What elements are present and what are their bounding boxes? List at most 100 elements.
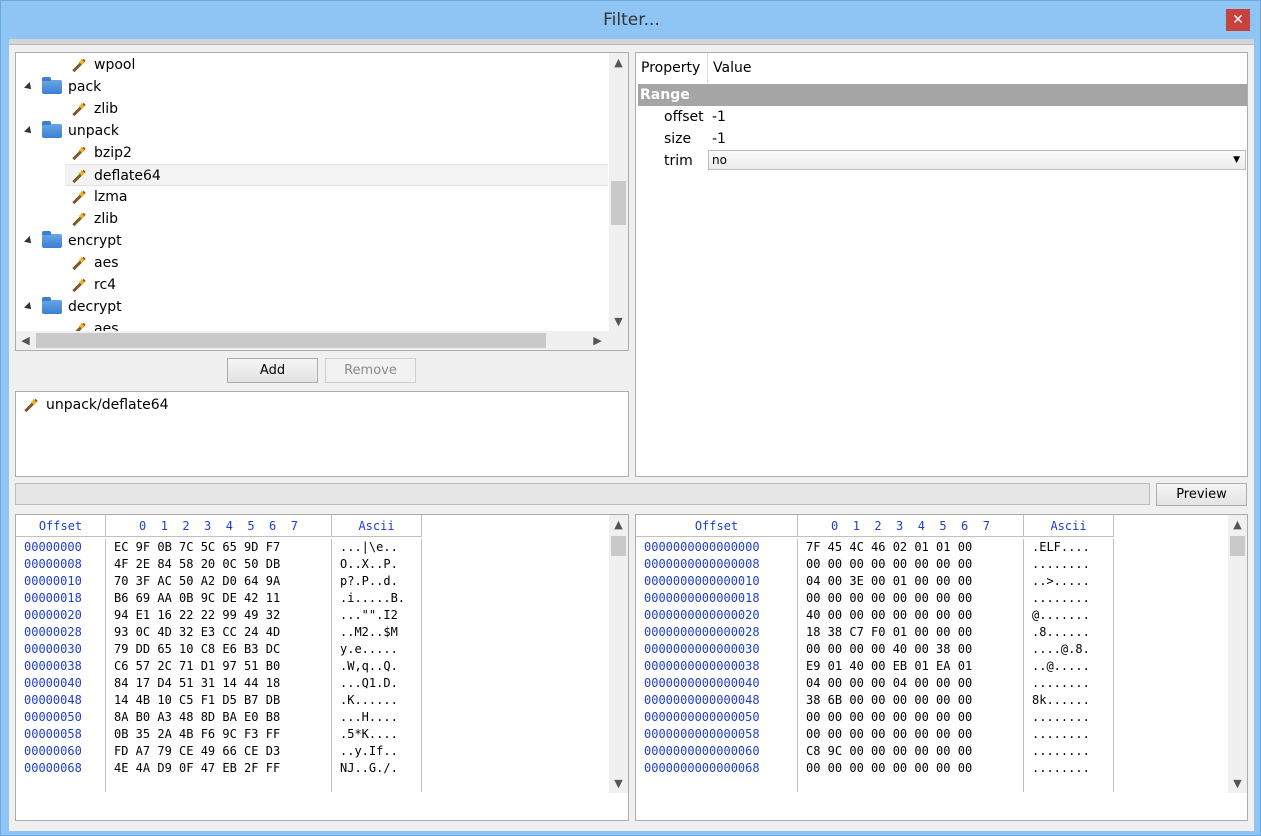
scrollbar-thumb[interactable] <box>611 536 626 556</box>
hex-offset-cell[interactable]: 0000000000000038 <box>644 658 797 675</box>
hex-offset-cell[interactable]: 00000068 <box>24 760 105 777</box>
scroll-left-icon[interactable]: ◀ <box>16 331 35 350</box>
hex-bytes-cell[interactable]: 7F 45 4C 46 02 01 01 00 <box>806 539 1023 556</box>
hex-bytes-cell[interactable]: C8 9C 00 00 00 00 00 00 <box>806 743 1023 760</box>
hex-bytes-cell[interactable]: E9 01 40 00 EB 01 EA 01 <box>806 658 1023 675</box>
scrollbar-thumb[interactable] <box>611 181 626 225</box>
hex-bytes-cell[interactable]: B6 69 AA 0B 9C DE 42 11 <box>114 590 331 607</box>
hex-ascii-cell[interactable]: ........ <box>1032 590 1113 607</box>
filter-tree[interactable]: wpool pack zlib unpack bzip2 deflate64 lzma zli… <box>15 52 629 351</box>
hex-vertical-scrollbar[interactable]: ▲ ▼ <box>1228 515 1247 793</box>
hex-bytes-cell[interactable]: 00 00 00 00 40 00 38 00 <box>806 641 1023 658</box>
hex-bytes-cell[interactable]: 79 DD 65 10 C8 E6 B3 DC <box>114 641 331 658</box>
tree-filter-item[interactable]: rc4 <box>16 272 608 296</box>
hex-offset-cell[interactable]: 00000048 <box>24 692 105 709</box>
trim-dropdown[interactable]: no ▼ <box>708 150 1246 170</box>
hex-bytes-cell[interactable]: 00 00 00 00 00 00 00 00 <box>806 590 1023 607</box>
hex-offset-cell[interactable]: 00000040 <box>24 675 105 692</box>
hex-bytes-cell[interactable]: 70 3F AC 50 A2 D0 64 9A <box>114 573 331 590</box>
hex-ascii-cell[interactable]: ...|\e.. <box>340 539 421 556</box>
property-grid[interactable]: Property Value Range offset -1 size -1 t… <box>635 52 1248 477</box>
hex-bytes-cell[interactable]: 14 4B 10 C5 F1 D5 B7 DB <box>114 692 331 709</box>
tree-folder-item[interactable]: pack <box>16 76 608 98</box>
hex-ascii-cell[interactable]: ........ <box>1032 726 1113 743</box>
hex-bytes-cell[interactable]: 94 E1 16 22 22 99 49 32 <box>114 607 331 624</box>
hex-ascii-cell[interactable]: ........ <box>1032 743 1113 760</box>
hex-offset-cell[interactable]: 00000058 <box>24 726 105 743</box>
hex-offset-cell[interactable]: 00000000 <box>24 539 105 556</box>
hex-bytes-cell[interactable]: 93 0C 4D 32 E3 CC 24 4D <box>114 624 331 641</box>
add-button[interactable]: Add <box>227 358 318 383</box>
scroll-down-icon[interactable]: ▼ <box>609 774 628 793</box>
remove-button[interactable]: Remove <box>325 358 416 383</box>
hex-bytes-cell[interactable]: 40 00 00 00 00 00 00 00 <box>806 607 1023 624</box>
hex-ascii-cell[interactable]: NJ..G./. <box>340 760 421 777</box>
hex-ascii-cell[interactable]: .i.....B. <box>340 590 421 607</box>
hex-offset-cell[interactable]: 0000000000000008 <box>644 556 797 573</box>
hex-ascii-cell[interactable]: ..M2..$M <box>340 624 421 641</box>
tree-filter-item[interactable]: zlib <box>16 96 608 120</box>
hex-ascii-cell[interactable]: ........ <box>1032 675 1113 692</box>
hex-offset-cell[interactable]: 00000060 <box>24 743 105 760</box>
hex-offset-cell[interactable]: 0000000000000048 <box>644 692 797 709</box>
selected-filters-list[interactable]: unpack/deflate64 <box>15 391 629 477</box>
tree-filter-item[interactable]: aes <box>16 250 608 274</box>
hex-ascii-cell[interactable]: .W,q..Q. <box>340 658 421 675</box>
hex-offset-cell[interactable]: 00000030 <box>24 641 105 658</box>
hex-bytes-cell[interactable]: 00 00 00 00 00 00 00 00 <box>806 726 1023 743</box>
hex-offset-cell[interactable]: 0000000000000058 <box>644 726 797 743</box>
list-item[interactable]: unpack/deflate64 <box>20 392 624 416</box>
hex-ascii-cell[interactable]: ........ <box>1032 556 1113 573</box>
hex-ascii-cell[interactable]: ........ <box>1032 709 1113 726</box>
hex-bytes-cell[interactable]: 04 00 3E 00 01 00 00 00 <box>806 573 1023 590</box>
scrollbar-thumb[interactable] <box>36 333 546 348</box>
tree-filter-item[interactable]: zlib <box>16 206 608 230</box>
hex-ascii-cell[interactable]: @....... <box>1032 607 1113 624</box>
close-button[interactable]: ✕ <box>1226 9 1250 31</box>
hex-bytes-cell[interactable]: EC 9F 0B 7C 5C 65 9D F7 <box>114 539 331 556</box>
hex-ascii-cell[interactable]: y.e..... <box>340 641 421 658</box>
hex-bytes-cell[interactable]: C6 57 2C 71 D1 97 51 B0 <box>114 658 331 675</box>
property-value-offset[interactable]: -1 <box>712 106 726 128</box>
hex-ascii-cell[interactable]: ...H.... <box>340 709 421 726</box>
hex-offset-cell[interactable]: 0000000000000018 <box>644 590 797 607</box>
hex-bytes-column[interactable]: 7F 45 4C 46 02 01 01 00 00 00 00 00 00 00… <box>798 539 1024 792</box>
expand-arrow-icon[interactable] <box>24 126 34 136</box>
hex-ascii-cell[interactable]: p?.P..d. <box>340 573 421 590</box>
hex-view-output[interactable]: Offset 0000000000000000 0000000000000008 00… <box>635 514 1248 821</box>
hex-bytes-cell[interactable]: 00 00 00 00 00 00 00 00 <box>806 760 1023 777</box>
scroll-right-icon[interactable]: ▶ <box>588 331 607 350</box>
tree-folder-item[interactable]: unpack <box>16 120 608 142</box>
hex-offset-cell[interactable]: 00000020 <box>24 607 105 624</box>
hex-ascii-cell[interactable]: O..X..P. <box>340 556 421 573</box>
hex-ascii-cell[interactable]: ..."".I2 <box>340 607 421 624</box>
tree-folder-item[interactable]: decrypt <box>16 296 608 318</box>
hex-ascii-cell[interactable]: ..y.If.. <box>340 743 421 760</box>
hex-bytes-cell[interactable]: 00 00 00 00 00 00 00 00 <box>806 709 1023 726</box>
hex-offset-cell[interactable]: 0000000000000020 <box>644 607 797 624</box>
hex-offset-cell[interactable]: 00000050 <box>24 709 105 726</box>
scroll-up-icon[interactable]: ▲ <box>1228 515 1247 534</box>
tree-folder-item[interactable]: encrypt <box>16 230 608 252</box>
hex-offset-cell[interactable]: 00000018 <box>24 590 105 607</box>
hex-bytes-cell[interactable]: 0B 35 2A 4B F6 9C F3 FF <box>114 726 331 743</box>
property-value-size[interactable]: -1 <box>712 128 726 150</box>
hex-offset-cell[interactable]: 0000000000000030 <box>644 641 797 658</box>
hex-offset-cell[interactable]: 0000000000000050 <box>644 709 797 726</box>
hex-bytes-cell[interactable]: 00 00 00 00 00 00 00 00 <box>806 556 1023 573</box>
tree-filter-item[interactable]: lzma <box>16 184 608 208</box>
hex-ascii-cell[interactable]: .ELF.... <box>1032 539 1113 556</box>
hex-offset-cell[interactable]: 0000000000000010 <box>644 573 797 590</box>
hex-ascii-cell[interactable]: ..>..... <box>1032 573 1113 590</box>
hex-offset-cell[interactable]: 0000000000000068 <box>644 760 797 777</box>
hex-bytes-cell[interactable]: 38 6B 00 00 00 00 00 00 <box>806 692 1023 709</box>
property-column-header[interactable]: Property <box>636 53 708 83</box>
hex-ascii-column[interactable]: ...|\e.. O..X..P. p?.P..d. .i.....B. ..."".I… <box>332 539 422 792</box>
hex-offset-cell[interactable]: 0000000000000028 <box>644 624 797 641</box>
property-group-range[interactable]: Range <box>638 84 1247 106</box>
hex-bytes-cell[interactable]: 18 38 C7 F0 01 00 00 00 <box>806 624 1023 641</box>
hex-offset-column[interactable]: 00000000 00000008 00000010 00000018 00000020… <box>16 539 106 792</box>
tree-vertical-scrollbar[interactable]: ▲ ▼ <box>609 53 628 331</box>
hex-ascii-column[interactable]: .ELF............ ..>............. @.......… <box>1024 539 1114 792</box>
hex-ascii-cell[interactable]: ..@..... <box>1032 658 1113 675</box>
